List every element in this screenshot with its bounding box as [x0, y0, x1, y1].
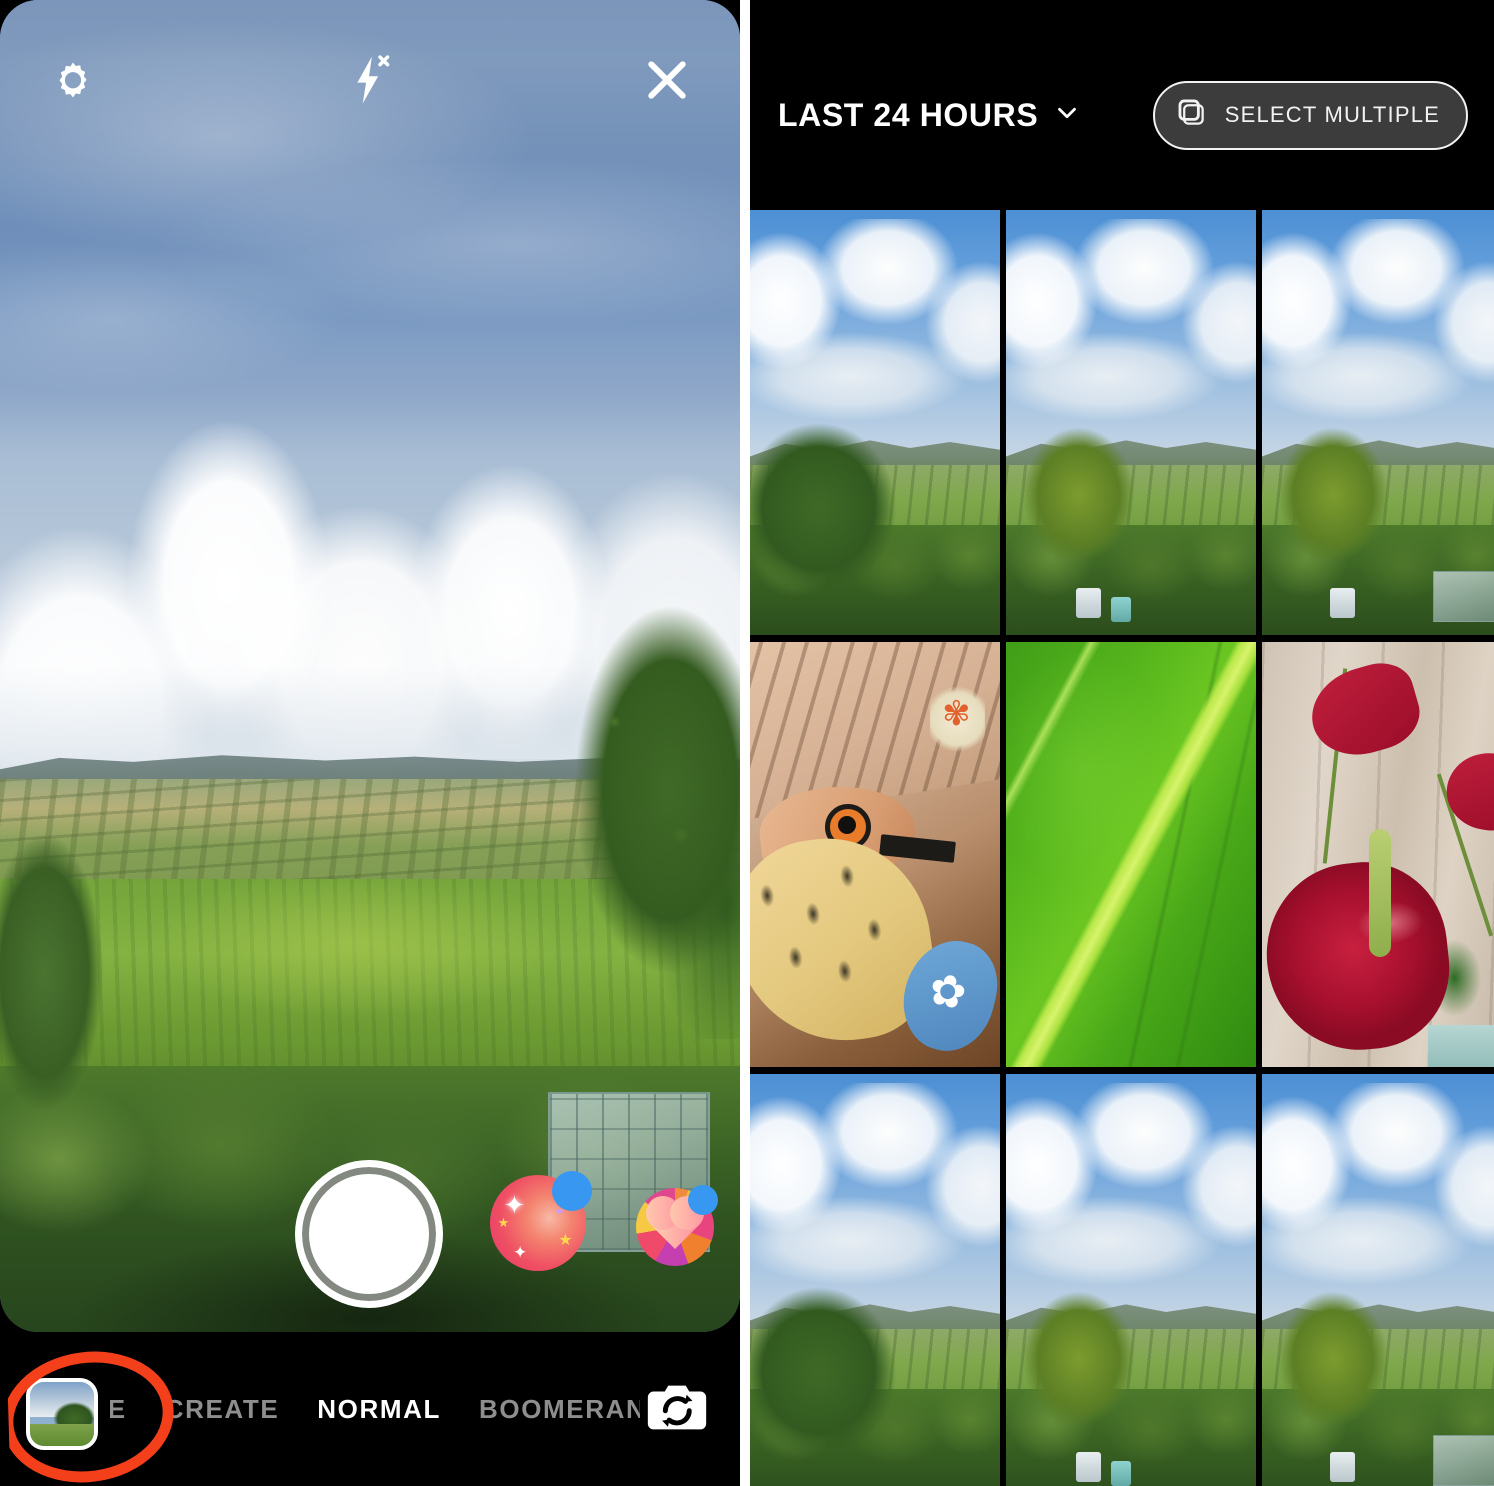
gallery-item-landscape-allotment-2[interactable]	[1262, 1074, 1494, 1486]
effect-bubble-heart[interactable]	[636, 1185, 718, 1266]
gallery-item-landscape-tree-2[interactable]	[750, 1074, 1000, 1486]
gear-icon[interactable]	[46, 53, 100, 107]
sparkle-icon: ★	[497, 1215, 510, 1231]
gallery-filter-dropdown[interactable]: LAST 24 HOURS	[778, 97, 1082, 134]
gallery-item-landscape-hills-1[interactable]	[1006, 210, 1256, 635]
effect-new-dot	[688, 1185, 718, 1215]
gallery-item-landscape-hills-2[interactable]	[1006, 1074, 1256, 1486]
mode-normal[interactable]: NORMAL	[317, 1394, 441, 1425]
camera-preview[interactable]	[0, 0, 740, 1332]
gallery-filter-label: LAST 24 HOURS	[778, 96, 1039, 133]
camera-top-bar	[0, 0, 740, 160]
mode-create[interactable]: CREATE	[165, 1394, 280, 1425]
gallery-item-red-anthurium[interactable]	[1262, 642, 1494, 1067]
screenshot-root: ★ ✦ ✦ IVE CREATE NORMAL BOOMERANG	[0, 0, 1494, 1486]
gallery-header: LAST 24 HOURS SELECT MULTIPLE	[750, 0, 1494, 210]
mode-boomerang[interactable]: BOOMERANG	[479, 1394, 640, 1425]
mode-live[interactable]: IVE	[110, 1394, 127, 1425]
sparkle-icon: ✦	[513, 1243, 528, 1263]
layered-squares-icon	[1175, 96, 1209, 135]
preview-tree-right	[547, 586, 740, 1039]
flash-off-icon[interactable]	[342, 52, 398, 108]
camera-modes-list: IVE CREATE NORMAL BOOMERANG	[110, 1332, 640, 1486]
thumb-field	[30, 1424, 94, 1446]
select-multiple-button[interactable]: SELECT MULTIPLE	[1152, 80, 1468, 150]
gallery-item-landscape-allotment-1[interactable]	[1262, 210, 1494, 635]
chevron-down-icon	[1052, 98, 1082, 133]
preview-tree-left	[0, 799, 111, 1146]
gallery-item-bird-collage[interactable]	[750, 642, 1000, 1067]
shutter-button[interactable]	[295, 1160, 443, 1308]
gallery-item-green-leaf[interactable]	[1006, 642, 1256, 1067]
panel-divider	[740, 0, 750, 1486]
effect-new-dot	[552, 1171, 592, 1211]
camera-flip-icon[interactable]	[642, 1374, 712, 1444]
gallery-thumbnail-button[interactable]	[26, 1378, 98, 1450]
gallery-grid	[750, 210, 1494, 1486]
gallery-screen: LAST 24 HOURS SELECT MULTIPLE	[750, 0, 1494, 1486]
select-multiple-label: SELECT MULTIPLE	[1224, 102, 1440, 127]
close-icon[interactable]	[640, 53, 694, 107]
gallery-item-landscape-tree-1[interactable]	[750, 210, 1000, 635]
effect-bubble-sparkle[interactable]: ★ ✦ ✦	[490, 1171, 592, 1271]
camera-screen: ★ ✦ ✦ IVE CREATE NORMAL BOOMERANG	[0, 0, 740, 1486]
